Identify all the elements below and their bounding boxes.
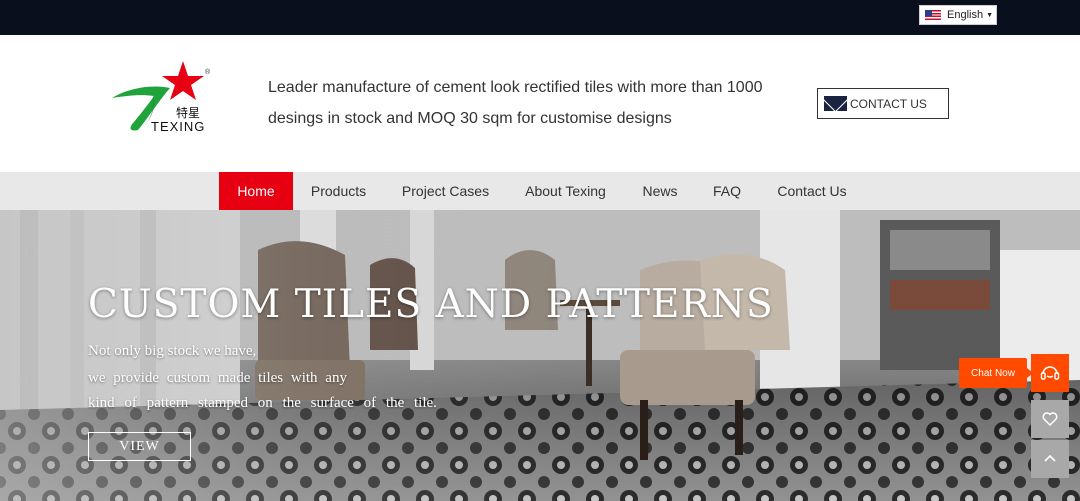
- nav-about-texing[interactable]: About Texing: [515, 172, 616, 210]
- hero-text-line-2: we provide custom made tiles with any: [88, 370, 347, 386]
- envelope-icon: [824, 96, 847, 111]
- logo-english-text: TEXING: [151, 119, 206, 134]
- chat-now-label[interactable]: Chat Now: [959, 358, 1033, 388]
- favorite-button[interactable]: [1031, 400, 1069, 438]
- site-header: ® 特星 TEXING Leader manufacture of cement…: [0, 35, 1080, 172]
- chevron-up-icon: [1044, 454, 1056, 462]
- contact-us-button[interactable]: CONTACT US: [817, 88, 949, 119]
- nav-project-cases[interactable]: Project Cases: [393, 172, 498, 210]
- contact-us-label: CONTACT US: [850, 96, 927, 111]
- tagline-line-2: desings in stock and MOQ 30 sqm for cust…: [268, 110, 672, 127]
- nav-contact-us[interactable]: Contact Us: [768, 172, 856, 210]
- hero-banner: CUSTOM TILES AND PATTERNS Not only big s…: [0, 210, 1080, 501]
- us-flag-icon: [925, 10, 941, 20]
- main-nav: Home Products Project Cases About Texing…: [0, 172, 1080, 210]
- chat-now-button[interactable]: [1031, 354, 1069, 392]
- hero-title: CUSTOM TILES AND PATTERNS: [88, 282, 774, 327]
- header-tagline: Leader manufacture of cement look rectif…: [268, 72, 788, 134]
- nav-news[interactable]: News: [634, 172, 686, 210]
- caret-down-icon: ▼: [986, 11, 994, 19]
- nav-products[interactable]: Products: [300, 172, 377, 210]
- hero-text-line-3: kind of pattern stamped on the surface o…: [88, 395, 437, 411]
- top-bar: English ▼: [0, 0, 1080, 35]
- language-label: English: [947, 9, 984, 21]
- nav-home[interactable]: Home: [219, 172, 293, 210]
- hero-text-line-1: Not only big stock we have,: [88, 343, 257, 359]
- texing-logo[interactable]: ® 特星 TEXING: [108, 58, 218, 138]
- language-selector[interactable]: English ▼: [919, 5, 997, 25]
- registered-mark: ®: [205, 69, 211, 76]
- heart-icon: [1042, 412, 1058, 426]
- nav-faq[interactable]: FAQ: [705, 172, 749, 210]
- view-button[interactable]: VIEW: [88, 432, 191, 461]
- tagline-line-1: Leader manufacture of cement look rectif…: [268, 79, 763, 96]
- back-to-top-button[interactable]: [1031, 440, 1069, 478]
- headset-chat-icon: [1040, 366, 1060, 380]
